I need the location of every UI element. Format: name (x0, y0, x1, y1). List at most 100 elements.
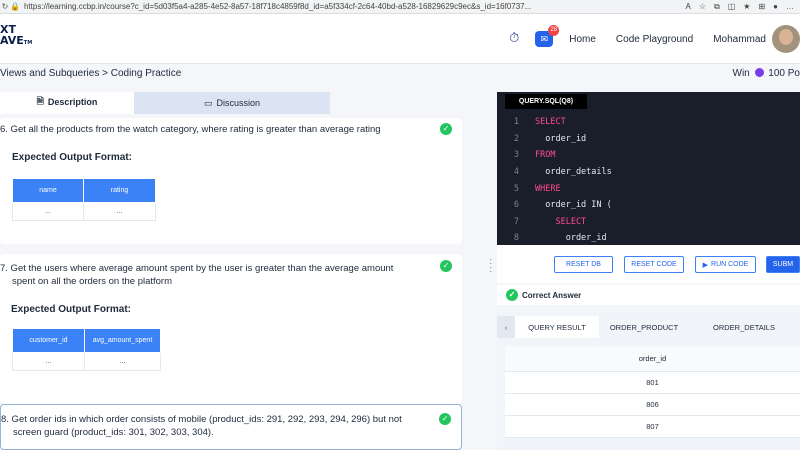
code-line: 7 SELECT (497, 214, 800, 231)
results-panel: ‹ QUERY RESULT ORDER_PRODUCT ORDER_DETAI… (497, 312, 800, 450)
status-text: Correct Answer (522, 291, 582, 300)
description-panel: 🗎 Description ▭ Discussion 6. Get all th… (0, 90, 466, 450)
run-code-label: RUN CODE (711, 261, 749, 268)
code-line: 2 order_id (497, 131, 800, 148)
sql-keyword: WHERE (535, 183, 561, 194)
chat-icon[interactable]: ✉ 28 (535, 25, 560, 47)
sql-identifier: order_id (535, 233, 607, 244)
code-line: 6 order_id IN ( (497, 197, 800, 214)
browser-tools: A ☆ ⧉ ◫ ★ ⊞ ● … (685, 2, 794, 12)
line-number: 7 (513, 216, 519, 227)
line-number: 1 (513, 117, 519, 128)
logo[interactable]: XT AVETM (0, 24, 32, 49)
coin-icon (754, 68, 764, 77)
line-number: 2 (513, 133, 519, 144)
check-icon: ✓ (439, 413, 451, 425)
collections-icon[interactable]: ⊞ (758, 2, 765, 12)
url-text[interactable]: https://learning.ccbp.in/course?c_id=5d0… (24, 2, 685, 11)
timer-icon[interactable]: ⏱ (505, 30, 523, 48)
tab-description[interactable]: 🗎 Description (0, 92, 134, 114)
sql-keyword: SELECT (535, 216, 587, 227)
tab-discussion[interactable]: ▭ Discussion (134, 92, 330, 114)
line-number: 5 (513, 183, 519, 194)
win-label: Win (732, 68, 750, 79)
tab-description-label: Description (47, 97, 98, 107)
table-header: rating (83, 178, 156, 203)
win-points: Win 100 Po (733, 68, 800, 79)
app-header: XT AVETM ⏱ ✉ 28 Home Code Playground Moh… (0, 14, 800, 64)
sql-identifier: order_id IN ( (535, 200, 612, 211)
table-row: 801 (505, 372, 800, 394)
nav-home-link[interactable]: Home (569, 34, 596, 45)
results-tabs: ‹ QUERY RESULT ORDER_PRODUCT ORDER_DETAI… (497, 316, 800, 338)
expected-output-heading: Expected Output Format: (11, 304, 132, 315)
check-icon: ✓ (440, 260, 452, 272)
refresh-icon[interactable]: ↻ (0, 2, 10, 11)
read-aloud-icon[interactable]: A (685, 2, 690, 12)
reset-code-button[interactable]: RESET CODE (624, 256, 684, 273)
table-row: 807 (505, 416, 800, 438)
sql-identifier: order_details (535, 167, 612, 178)
code-line: 3 FROM (497, 147, 800, 164)
code-line: 5 WHERE (497, 180, 800, 197)
code-area[interactable]: 1 SELECT 2 order_id 3 FROM 4 order_details… (497, 114, 800, 245)
header-right: ⏱ ✉ 28 Home Code Playground Mohammad (505, 14, 800, 64)
tab-discussion-label: Discussion (216, 98, 261, 108)
favorite-icon[interactable]: ☆ (699, 2, 706, 12)
sql-keyword: FROM (535, 150, 556, 161)
resize-handle[interactable]: · · · · (489, 255, 495, 277)
browser-address-bar: ↻ 🔒 https://learning.ccbp.in/course?c_id… (0, 0, 800, 14)
chevron-left-icon[interactable]: ‹ (497, 316, 515, 338)
sql-identifier: order_id (535, 133, 587, 144)
logo-tm: TM (23, 40, 33, 46)
win-points-value: 100 Po (768, 68, 800, 79)
question-text: 7. Get the users where average amount sp… (0, 262, 393, 288)
tab-order-details[interactable]: ORDER_DETAILS (689, 316, 799, 338)
code-line: 1 SELECT (497, 114, 800, 131)
question-text-line: screen guard (product_ids: 301, 302, 303… (13, 427, 214, 438)
question-text-line: 8. Get order ids in which order consists… (1, 414, 402, 425)
line-number: 3 (513, 150, 519, 161)
logo-line2: AVE (0, 34, 24, 47)
comment-icon: ▭ (203, 97, 213, 108)
check-icon: ✓ (506, 289, 518, 301)
nav-code-playground-link[interactable]: Code Playground (616, 34, 693, 45)
editor-file-tab[interactable]: QUERY.SQL(Q8) (505, 94, 587, 109)
user-name[interactable]: Mohammad (713, 34, 766, 45)
submit-button[interactable]: SUBM (766, 256, 800, 273)
more-options-icon[interactable]: … (786, 2, 794, 12)
table-cell: ... (84, 352, 161, 371)
expected-output-table: name rating ... ... (12, 178, 156, 221)
profile-icon[interactable]: ● (773, 2, 778, 12)
table-cell: ... (12, 352, 85, 371)
question-card-8[interactable]: 8. Get order ids in which order consists… (0, 404, 462, 450)
table-header: name (12, 178, 84, 203)
line-number: 4 (513, 167, 519, 178)
line-number: 8 (513, 233, 519, 244)
tab-query-result[interactable]: QUERY RESULT (515, 316, 599, 338)
table-header: order_id (505, 346, 800, 372)
lock-icon[interactable]: 🔒 (10, 2, 20, 11)
question-text-line: spent on all the orders on the platform (12, 276, 173, 287)
run-code-button[interactable]: ▶ RUN CODE (695, 256, 756, 273)
editor-toolbar: RESET DB RESET CODE ▶ RUN CODE SUBM (497, 245, 800, 283)
sql-keyword: SELECT (535, 117, 566, 128)
breadcrumb[interactable]: Views and Subqueries > Coding Practice (0, 68, 181, 79)
notification-badge: 28 (548, 25, 560, 36)
expected-output-heading: Expected Output Format: (12, 152, 133, 163)
favorites-bar-icon[interactable]: ★ (743, 2, 750, 12)
avatar[interactable] (772, 25, 800, 53)
table-header: avg_amount_spent (84, 328, 161, 353)
breadcrumb-bar: Views and Subqueries > Coding Practice W… (0, 64, 800, 84)
code-editor[interactable]: QUERY.SQL(Q8) 1 SELECT 2 order_id 3 FROM 4… (497, 92, 800, 245)
split-screen-icon[interactable]: ◫ (728, 2, 736, 12)
reset-db-button[interactable]: RESET DB (554, 256, 613, 273)
question-text: 8. Get order ids in which order consists… (1, 413, 402, 439)
table-row: 806 (505, 394, 800, 416)
expected-output-table: customer_id avg_amount_spent ... ... (12, 328, 161, 371)
result-status: ✓ Correct Answer (497, 285, 800, 305)
query-result-table: order_id 801 806 807 (505, 346, 800, 438)
tab-order-product[interactable]: ORDER_PRODUCT (599, 316, 689, 338)
check-icon: ✓ (440, 123, 452, 135)
extensions-icon[interactable]: ⧉ (714, 2, 720, 12)
